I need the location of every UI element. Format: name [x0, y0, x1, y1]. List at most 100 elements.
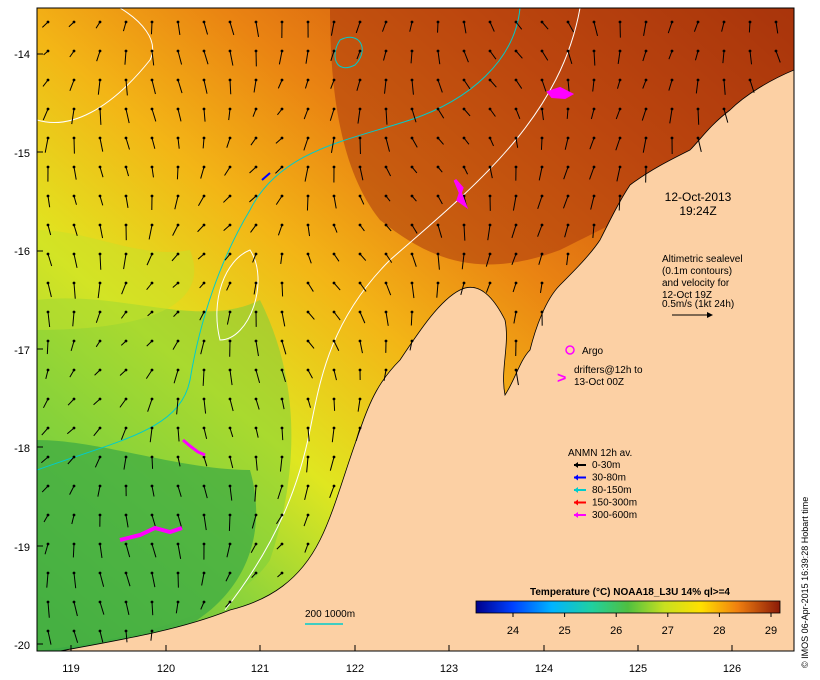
- velocity-arrow-origin: [696, 107, 700, 111]
- velocity-arrow-origin: [384, 252, 388, 256]
- velocity-arrow-origin: [72, 629, 76, 633]
- velocity-arrow-origin: [618, 165, 622, 169]
- velocity-arrow-origin: [566, 252, 570, 256]
- velocity-arrow-origin: [384, 310, 388, 314]
- velocity-arrow-origin: [306, 484, 310, 488]
- velocity-arrow-origin: [592, 136, 596, 140]
- velocity-arrow-origin: [46, 310, 50, 314]
- velocity-arrow-origin: [462, 136, 466, 140]
- velocity-arrow-origin: [124, 397, 128, 401]
- velocity-arrow-origin: [358, 223, 362, 227]
- anmn-title: ANMN 12h av.: [568, 448, 632, 459]
- velocity-arrow-origin: [46, 194, 50, 198]
- velocity-arrow-origin: [124, 426, 128, 430]
- velocity-arrow-origin: [202, 484, 206, 488]
- velocity-arrow: [151, 456, 154, 469]
- velocity-arrow-origin: [202, 542, 206, 546]
- velocity-arrow-origin: [72, 252, 76, 256]
- velocity-arrow-origin: [748, 78, 752, 82]
- velocity-arrow-origin: [514, 310, 518, 314]
- altimetric-line: (0.1m contours): [662, 266, 732, 277]
- velocity-arrow-origin: [280, 339, 284, 343]
- velocity-arrow-origin: [462, 281, 466, 285]
- velocity-arrow-origin: [46, 600, 50, 604]
- velocity-arrow-origin: [306, 107, 310, 111]
- velocity-arrow-origin: [306, 310, 310, 314]
- velocity-arrow-origin: [176, 513, 180, 517]
- velocity-arrow-origin: [462, 252, 466, 256]
- velocity-arrow-origin: [436, 107, 440, 111]
- velocity-arrow-origin: [150, 223, 154, 227]
- lat-tick: -19: [14, 542, 30, 554]
- velocity-arrow-origin: [72, 455, 76, 459]
- velocity-arrow-origin: [176, 281, 180, 285]
- velocity-arrow-origin: [358, 20, 362, 24]
- velocity-arrow-origin: [644, 49, 648, 53]
- velocity-arrow-origin: [332, 368, 336, 372]
- velocity-arrow-origin: [592, 20, 596, 24]
- lat-tick: -20: [14, 640, 30, 652]
- velocity-arrow-origin: [358, 49, 362, 53]
- velocity-arrow-origin: [540, 252, 544, 256]
- velocity-arrow-origin: [566, 136, 570, 140]
- velocity-arrow-origin: [254, 426, 258, 430]
- velocity-arrow-origin: [644, 136, 648, 140]
- velocity-arrow-origin: [436, 281, 440, 285]
- velocity-arrow-origin: [384, 223, 388, 227]
- velocity-arrow-origin: [228, 252, 232, 256]
- velocity-arrow-origin: [644, 107, 648, 111]
- velocity-arrow-origin: [202, 223, 206, 227]
- velocity-arrow-origin: [410, 223, 414, 227]
- velocity-arrow-origin: [124, 78, 128, 82]
- velocity-arrow-origin: [202, 426, 206, 430]
- velocity-arrow-origin: [644, 78, 648, 82]
- velocity-arrow-origin: [176, 165, 180, 169]
- velocity-arrow-origin: [72, 223, 76, 227]
- velocity-arrow-origin: [254, 542, 258, 546]
- velocity-arrow-origin: [72, 600, 76, 604]
- velocity-arrow-origin: [592, 49, 596, 53]
- velocity-arrow-origin: [98, 513, 102, 517]
- velocity-arrow-origin: [332, 165, 336, 169]
- velocity-arrow-origin: [410, 310, 414, 314]
- velocity-arrow: [540, 137, 543, 150]
- velocity-arrow-origin: [202, 78, 206, 82]
- altimetric-line: 0.5m/s (1kt 24h): [662, 299, 734, 310]
- drifters-line: drifters@12h to: [574, 365, 643, 376]
- velocity-arrow-origin: [228, 49, 232, 53]
- velocity-arrow-origin: [514, 339, 518, 343]
- velocity-arrow-origin: [98, 107, 102, 111]
- velocity-arrow-origin: [228, 339, 232, 343]
- velocity-arrow-origin: [410, 49, 414, 53]
- velocity-arrow-origin: [202, 194, 206, 198]
- velocity-arrow-origin: [306, 165, 310, 169]
- velocity-arrow-origin: [228, 397, 232, 401]
- velocity-arrow-origin: [618, 136, 622, 140]
- velocity-arrow-origin: [228, 20, 232, 24]
- velocity-arrow-origin: [202, 339, 206, 343]
- velocity-arrow-origin: [72, 136, 76, 140]
- velocity-arrow-origin: [98, 310, 102, 314]
- velocity-arrow-origin: [358, 252, 362, 256]
- velocity-arrow-origin: [150, 339, 154, 343]
- lon-tick: 122: [346, 663, 364, 675]
- velocity-arrow-origin: [176, 194, 180, 198]
- velocity-arrow-origin: [410, 252, 414, 256]
- velocity-arrow-origin: [228, 484, 232, 488]
- velocity-arrow-origin: [98, 20, 102, 24]
- time-label: 19:24Z: [679, 204, 716, 218]
- velocity-arrow-origin: [540, 20, 544, 24]
- velocity-arrow-origin: [332, 455, 336, 459]
- velocity-arrow-origin: [462, 107, 466, 111]
- velocity-arrow-origin: [358, 310, 362, 314]
- velocity-arrow-origin: [280, 107, 284, 111]
- colorbar-tick: 26: [610, 625, 622, 637]
- lon-tick: 121: [251, 663, 269, 675]
- velocity-arrow-origin: [306, 339, 310, 343]
- velocity-arrow: [72, 543, 75, 558]
- velocity-arrow-origin: [176, 397, 180, 401]
- velocity-arrow-origin: [332, 49, 336, 53]
- velocity-arrow-origin: [150, 252, 154, 256]
- velocity-arrow-origin: [280, 20, 284, 24]
- altimetric-line: Altimetric sealevel: [662, 254, 743, 265]
